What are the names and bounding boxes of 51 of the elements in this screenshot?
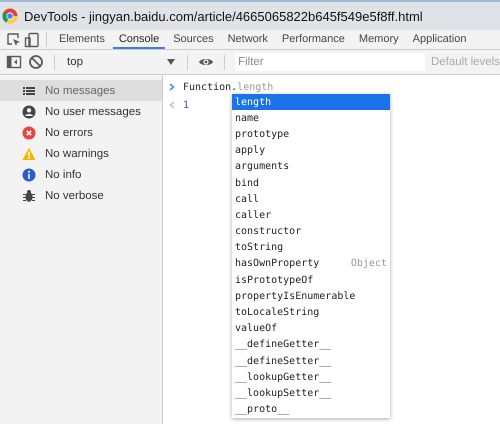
caret-icon — [167, 59, 176, 65]
clear-console-icon[interactable] — [28, 54, 44, 70]
suggestion-item[interactable]: isPrototypeOf — [232, 272, 390, 288]
bug-icon — [22, 188, 36, 202]
info-icon — [22, 168, 36, 182]
suggestion-item[interactable]: __lookupSetter__ — [232, 385, 390, 402]
suggestion-item[interactable]: call — [232, 191, 390, 208]
result-chevron-icon — [169, 101, 175, 109]
suggestion-item[interactable]: __defineSetter__ — [232, 353, 390, 370]
sidebar-toggle-icon[interactable] — [6, 54, 22, 70]
panel-tab[interactable]: Application — [406, 30, 472, 49]
warning-icon — [22, 146, 36, 160]
autocomplete-hint: length — [237, 82, 274, 92]
filter-field[interactable]: Filter — [235, 53, 425, 71]
browser-logo-icon — [2, 8, 18, 24]
prompt-chevron-icon — [169, 83, 175, 91]
suggestion-item[interactable]: valueOf — [232, 320, 390, 337]
panel-tab[interactable]: Memory — [352, 30, 405, 49]
suggestion-item[interactable]: caller — [232, 207, 390, 224]
panel-tab[interactable]: Elements — [53, 30, 111, 49]
sidebar-item[interactable]: No verbose — [0, 185, 162, 206]
sidebar-item[interactable]: No warnings — [0, 143, 162, 164]
panel-tab[interactable]: Performance — [276, 30, 351, 49]
suggestion-item[interactable]: propertyIsEnumerable — [232, 288, 390, 304]
suggestion-item[interactable]: arguments — [232, 158, 390, 175]
suggestion-item[interactable]: toString — [232, 240, 390, 256]
suggestion-item[interactable]: bind — [232, 174, 390, 192]
panel-tab[interactable]: Network — [222, 30, 274, 49]
suggestion-item[interactable]: __lookupGetter__ — [232, 369, 390, 386]
suggestion-item[interactable]: __defineGetter__ — [232, 336, 390, 353]
inspect-icon[interactable] — [6, 32, 22, 48]
context-select[interactable]: top — [65, 56, 178, 68]
panel-tab[interactable]: Sources — [167, 30, 220, 49]
sidebar-item[interactable]: No errors — [0, 122, 162, 143]
console-input[interactable]: Function. — [183, 82, 238, 92]
console-result: 1 — [183, 100, 190, 110]
window-title: DevTools - jingyan.baidu.com/article/4665065822b645f549e5f8ff.html — [24, 8, 423, 24]
suggestion-item[interactable]: toLocaleString — [232, 304, 390, 321]
suggestion-item[interactable]: prototype — [232, 126, 390, 143]
sidebar-item[interactable]: No messages — [0, 80, 162, 101]
suggestion-item[interactable]: constructor — [232, 224, 390, 240]
suggestion-item[interactable]: __proto__ — [232, 402, 390, 418]
error-icon — [22, 126, 36, 140]
user-icon — [22, 104, 36, 118]
suggestion-item[interactable]: name — [232, 110, 390, 126]
sidebar-item[interactable]: No user messages — [0, 101, 162, 122]
sidebar-item[interactable]: No info — [0, 164, 162, 185]
suggestion-item[interactable]: length — [232, 94, 390, 110]
suggestion-item[interactable]: apply — [232, 142, 390, 159]
device-toolbar-icon[interactable] — [24, 32, 40, 48]
suggestion-item[interactable]: hasOwnProperty Object — [232, 256, 390, 272]
